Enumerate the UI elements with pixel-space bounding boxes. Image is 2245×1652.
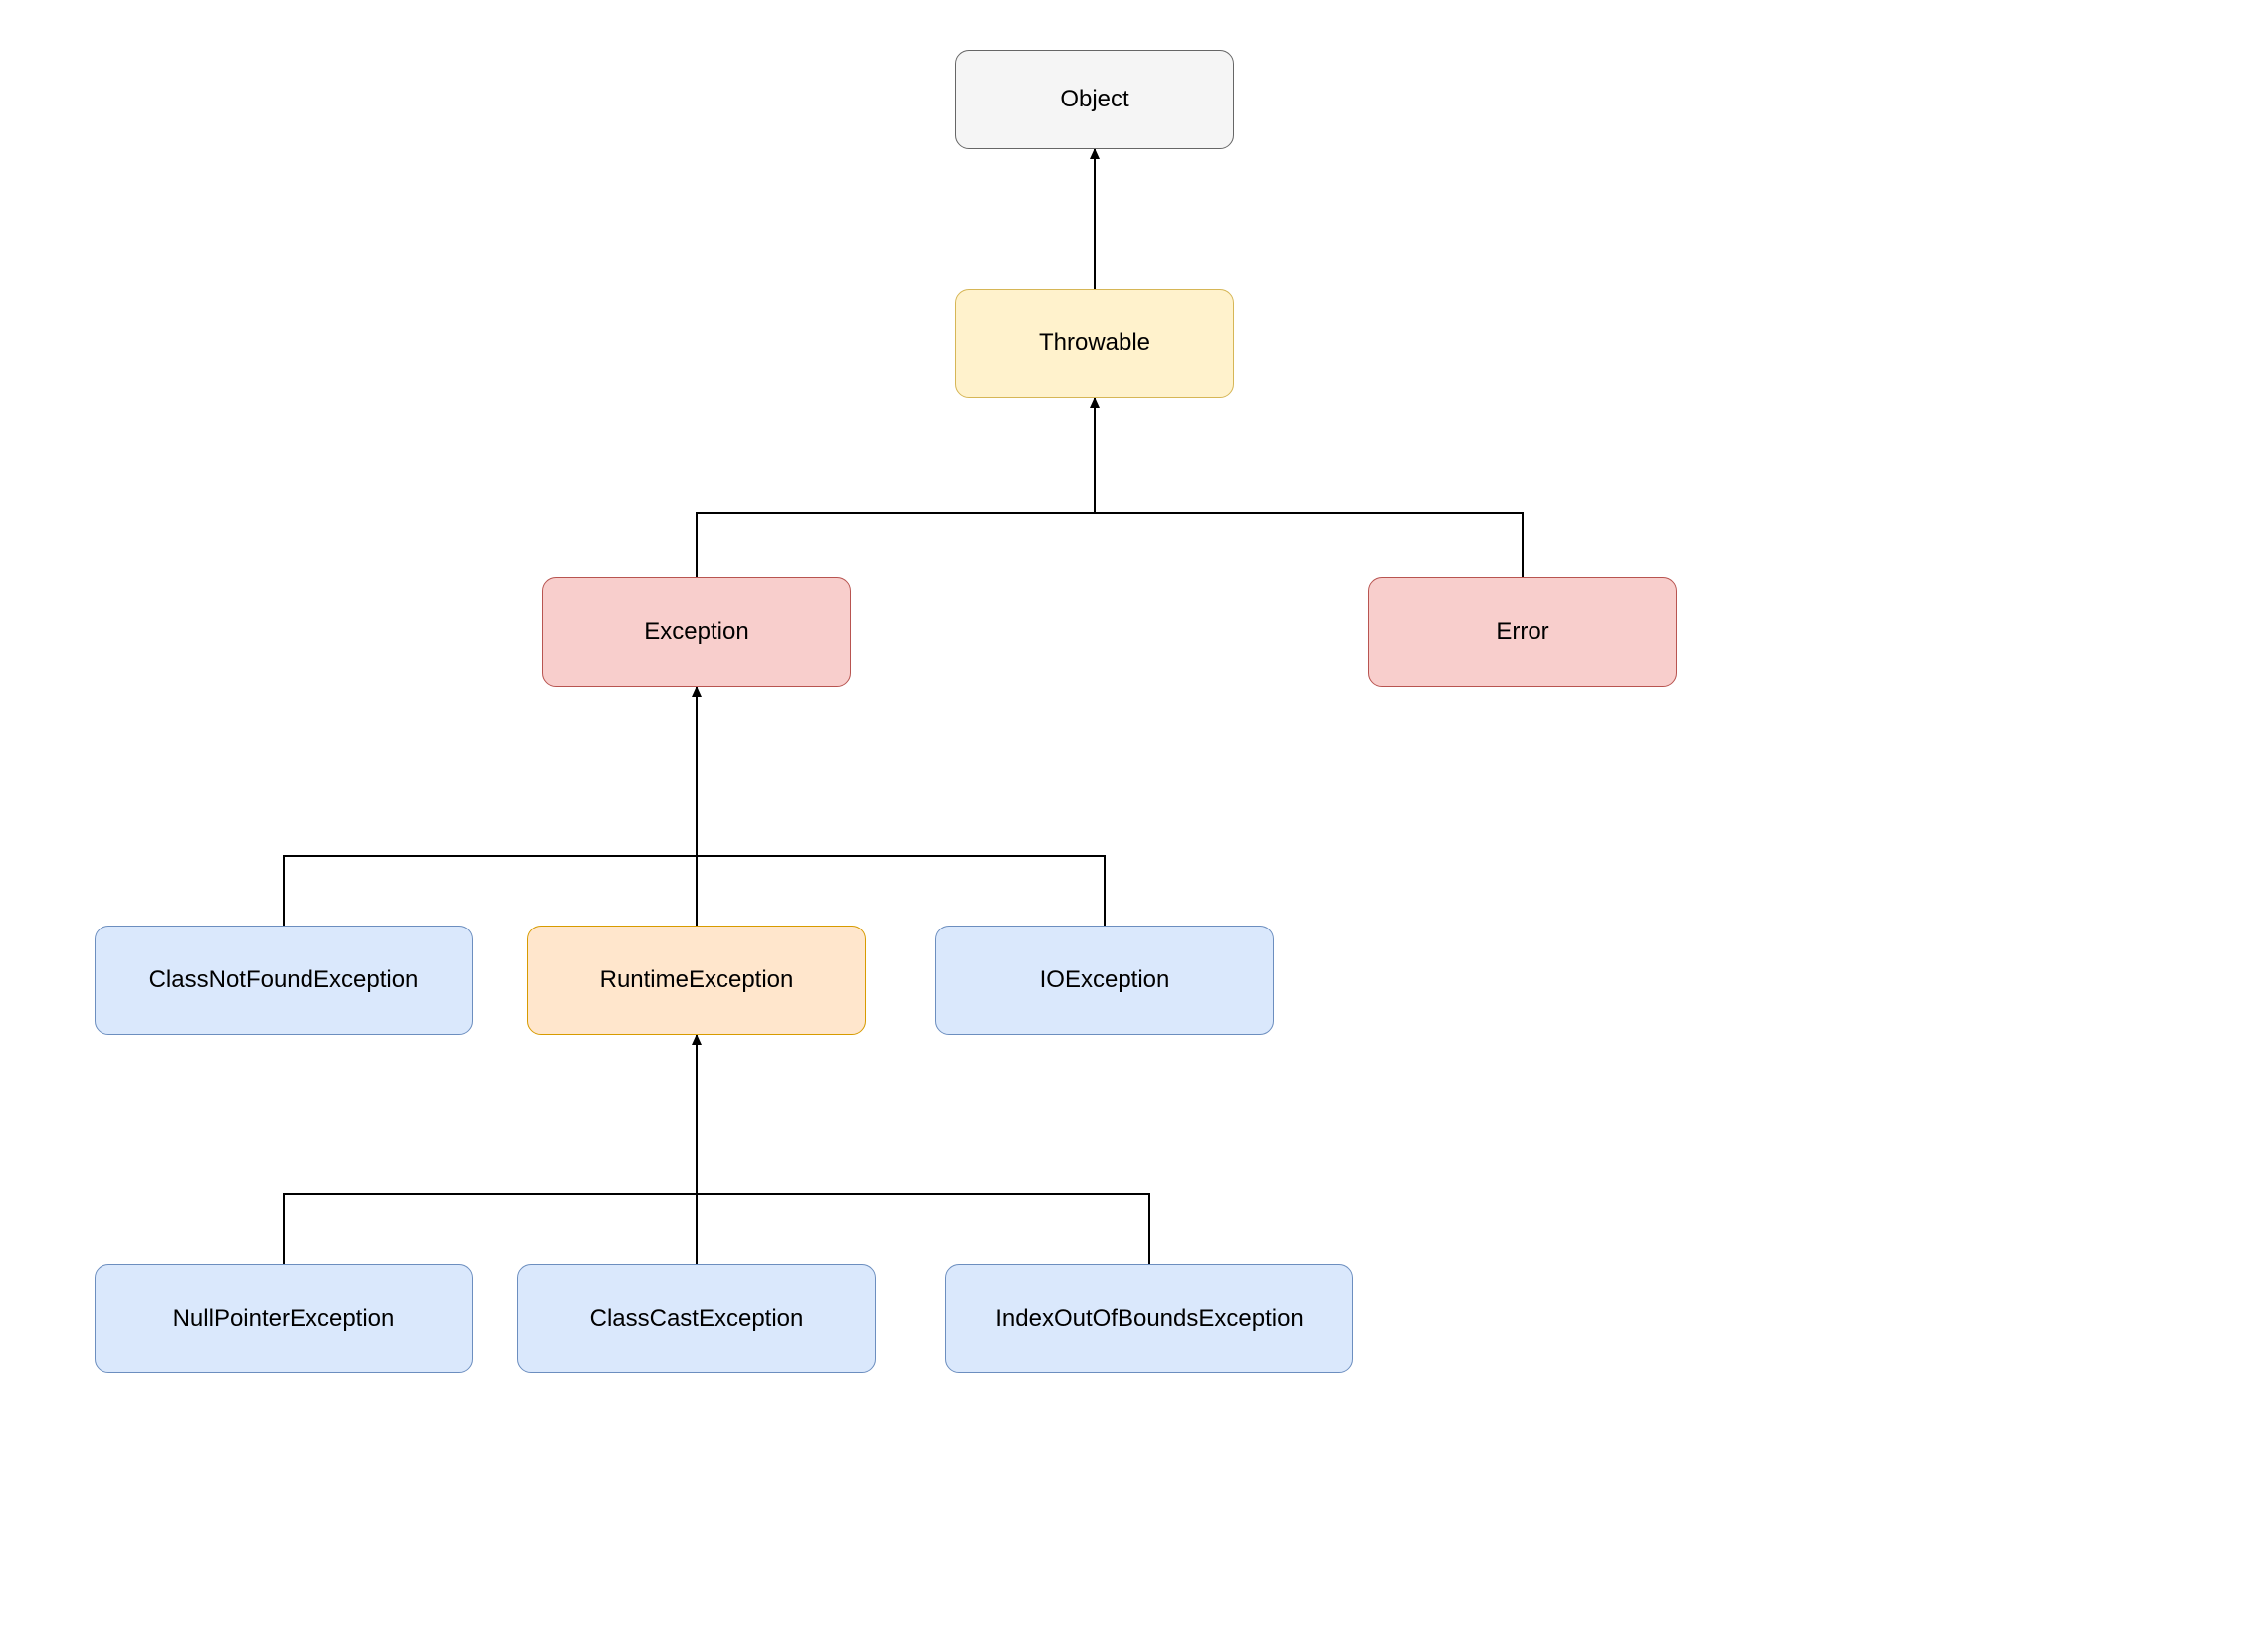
node-label: NullPointerException — [173, 1305, 395, 1333]
node-classnotfoundexception: ClassNotFoundException — [95, 926, 473, 1035]
node-label: Object — [1060, 86, 1128, 113]
node-label: Exception — [644, 618, 748, 646]
edges-layer — [0, 0, 2245, 1652]
node-label: IndexOutOfBoundsException — [995, 1305, 1304, 1333]
edge-exception-throwable — [697, 398, 1095, 577]
edge-ioexception-exception — [697, 856, 1105, 926]
edge-indexoob-runtime — [697, 1194, 1149, 1264]
node-exception: Exception — [542, 577, 851, 687]
node-error: Error — [1368, 577, 1677, 687]
node-label: ClassCastException — [590, 1305, 804, 1333]
node-label: RuntimeException — [600, 966, 794, 994]
edge-error-throwable — [1095, 513, 1523, 577]
node-ioexception: IOException — [935, 926, 1274, 1035]
node-label: IOException — [1040, 966, 1170, 994]
node-object: Object — [955, 50, 1234, 149]
node-indexoutofboundsexception: IndexOutOfBoundsException — [945, 1264, 1353, 1373]
node-throwable: Throwable — [955, 289, 1234, 398]
node-label: Throwable — [1039, 329, 1150, 357]
node-nullpointerexception: NullPointerException — [95, 1264, 473, 1373]
node-classcastexception: ClassCastException — [517, 1264, 876, 1373]
edge-classnotfound-exception — [284, 687, 697, 926]
edge-nullpointer-runtime — [284, 1035, 697, 1264]
diagram-canvas: Object Throwable Exception Error ClassNo… — [0, 0, 2245, 1652]
node-label: ClassNotFoundException — [149, 966, 419, 994]
node-label: Error — [1496, 618, 1548, 646]
node-runtimeexception: RuntimeException — [527, 926, 866, 1035]
